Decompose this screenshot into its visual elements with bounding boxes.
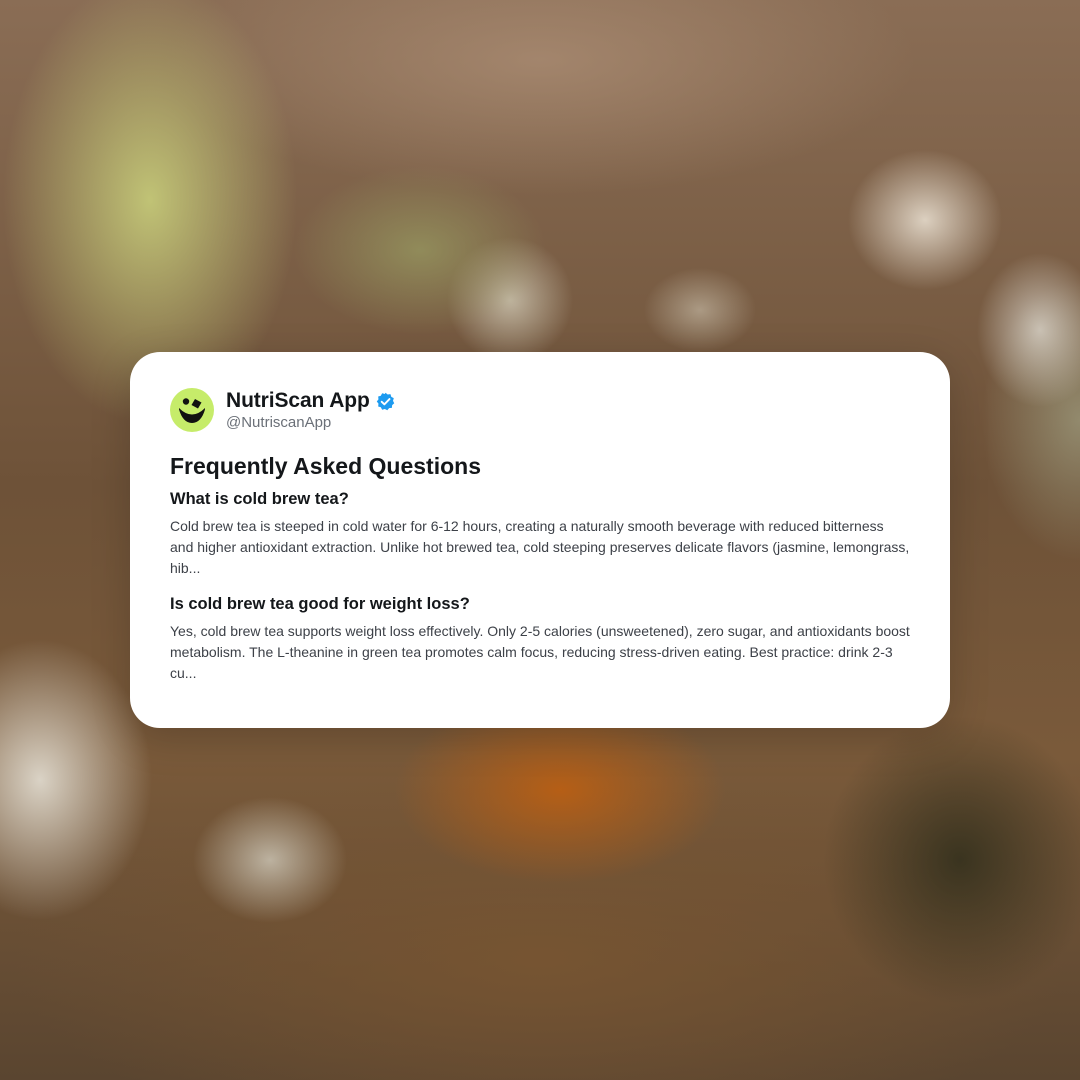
faq-title: Frequently Asked Questions <box>170 453 481 479</box>
faq-item: Is cold brew tea good for weight loss? Y… <box>170 593 910 684</box>
faq-item: What is cold brew tea? Cold brew tea is … <box>170 488 910 579</box>
avatar[interactable] <box>170 388 214 432</box>
post-card: NutriScan App @NutriscanApp Frequently A… <box>130 352 950 728</box>
verified-badge-icon <box>376 392 395 411</box>
post-header: NutriScan App @NutriscanApp <box>170 388 910 432</box>
name-row: NutriScan App <box>226 389 395 413</box>
faq-answer: Yes, cold brew tea supports weight loss … <box>170 623 910 681</box>
account-identity: NutriScan App @NutriscanApp <box>226 389 395 431</box>
faq-question: What is cold brew tea? <box>170 490 349 508</box>
account-handle[interactable]: @NutriscanApp <box>226 414 395 431</box>
faq-question: Is cold brew tea good for weight loss? <box>170 595 470 613</box>
account-name[interactable]: NutriScan App <box>226 389 370 413</box>
faq-answer: Cold brew tea is steeped in cold water f… <box>170 518 910 576</box>
nutriscan-logo-icon <box>179 398 205 423</box>
